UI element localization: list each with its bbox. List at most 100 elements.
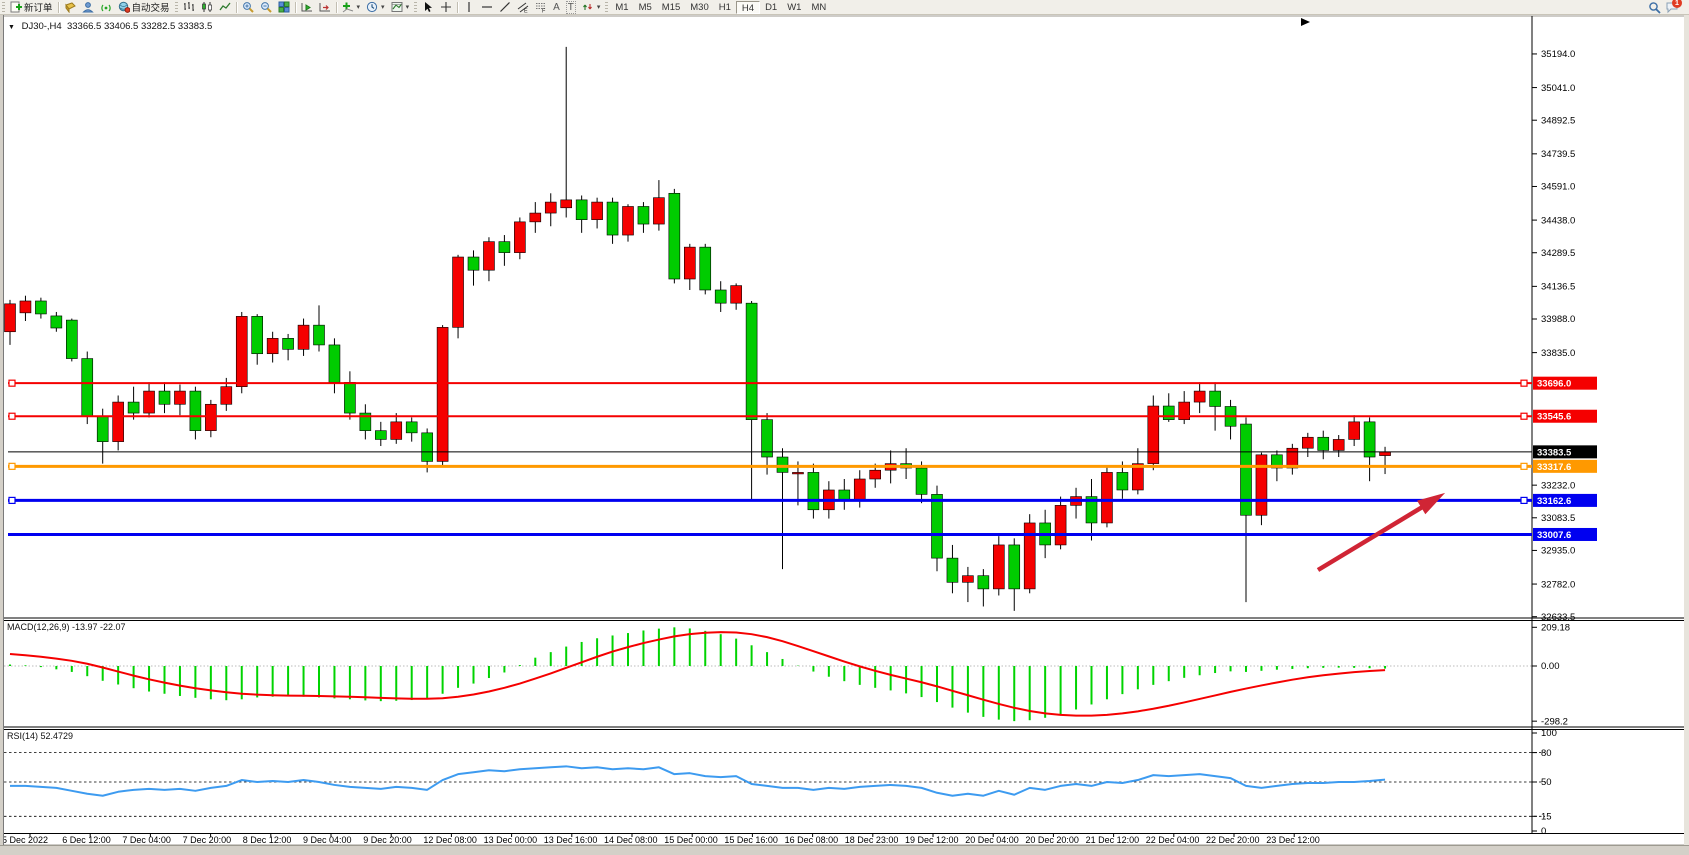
time-axis-label: 20 Dec 04:00 — [965, 835, 1019, 845]
arrows-icon — [582, 1, 594, 13]
macd-axis-label: 209.18 — [1541, 623, 1570, 634]
candle-bullish — [1148, 406, 1159, 464]
candle-bearish — [1210, 391, 1221, 406]
bar-chart-mode-button[interactable] — [180, 0, 198, 14]
timeframe-H1[interactable]: H1 — [714, 1, 736, 14]
price-tick-label: 32633.5 — [1541, 612, 1575, 623]
line-chart-icon — [219, 1, 231, 13]
timeframe-W1[interactable]: W1 — [782, 1, 806, 14]
timeframe-MN[interactable]: MN — [806, 1, 831, 14]
chart-title-dropdown-icon[interactable]: ▼ — [8, 24, 15, 31]
auto-scroll-button[interactable] — [298, 0, 316, 14]
candle-bullish — [653, 198, 664, 224]
line-handle — [9, 380, 15, 386]
signal-button[interactable] — [97, 0, 115, 14]
timeframe-M15[interactable]: M15 — [657, 1, 685, 14]
market-watch-button[interactable] — [61, 0, 79, 14]
timeframe-M1[interactable]: M1 — [610, 1, 633, 14]
price-label-text: 33162.6 — [1537, 496, 1571, 507]
window-left-edge — [0, 15, 4, 845]
candle-bullish — [144, 391, 155, 413]
templates-caret: ▾ — [406, 3, 410, 11]
chart-window: ▼ DJ30-,H4 33366.5 33406.5 33282.5 33383… — [0, 15, 1689, 845]
candle-chart-mode-button[interactable] — [198, 0, 216, 14]
indicators-button[interactable]: ▾ — [339, 0, 364, 14]
time-axis-label: 18 Dec 23:00 — [845, 835, 899, 845]
trendline-tool-button[interactable] — [496, 0, 514, 14]
search-button[interactable] — [1645, 0, 1663, 14]
zoom-in-button[interactable] — [239, 0, 257, 14]
candle-bullish — [623, 206, 634, 235]
timeframe-D1[interactable]: D1 — [760, 1, 782, 14]
toolbar-grip[interactable] — [2, 2, 5, 13]
candle-bullish — [870, 470, 881, 479]
chart-shift-button[interactable] — [316, 0, 334, 14]
chat-bubble-icon: 1 — [1666, 1, 1678, 13]
candle-bearish — [638, 206, 649, 224]
candle-bullish — [236, 316, 247, 386]
fibonacci-tool-button[interactable]: F — [532, 0, 550, 14]
price-tick-label: 32935.0 — [1541, 546, 1575, 557]
candle-bearish — [978, 576, 989, 589]
channel-tool-button[interactable]: E — [514, 0, 532, 14]
candle-bearish — [607, 202, 618, 235]
candle-bearish — [82, 359, 93, 417]
templates-button[interactable]: ▾ — [388, 0, 413, 14]
bar-chart-icon — [183, 1, 195, 13]
text-label-tool-button[interactable]: T — [563, 0, 579, 14]
line-handle — [9, 463, 15, 469]
candle-bearish — [51, 316, 62, 328]
candle-bearish — [422, 433, 433, 462]
candle-bearish — [283, 338, 294, 349]
candle-bullish — [731, 286, 742, 304]
price-chart[interactable]: 35194.035041.034892.534739.534591.034438… — [0, 15, 1689, 845]
timeframe-M5[interactable]: M5 — [634, 1, 657, 14]
chart-title[interactable]: ▼ DJ30-,H4 33366.5 33406.5 33282.5 33383… — [8, 21, 212, 32]
price-tick-label: 33232.0 — [1541, 480, 1575, 491]
autotrade-label: 自动交易 — [132, 0, 170, 14]
cursor-tool-button[interactable] — [419, 0, 437, 14]
crosshair-tool-button[interactable] — [437, 0, 455, 14]
timeframe-H4[interactable]: H4 — [736, 1, 760, 14]
tile-windows-button[interactable] — [275, 0, 293, 14]
candle-bearish — [329, 345, 340, 382]
equidistant-channel-icon: E — [517, 1, 529, 13]
candle-bearish — [576, 200, 587, 220]
zoom-in-icon — [242, 1, 254, 13]
price-label-text: 33383.5 — [1537, 447, 1572, 458]
candle-bullish — [453, 257, 464, 327]
autotrade-button[interactable]: 自动交易 — [115, 0, 173, 14]
hline-tool-button[interactable] — [478, 0, 496, 14]
candle-bullish — [962, 576, 973, 583]
auto-scroll-icon — [301, 1, 313, 13]
price-tick-label: 33988.0 — [1541, 314, 1575, 325]
candle-bearish — [252, 316, 263, 353]
candle-bearish — [808, 472, 819, 509]
price-label-text: 33317.6 — [1537, 462, 1571, 473]
candle-bullish — [592, 202, 603, 220]
candle-bullish — [1256, 455, 1267, 515]
data-window-button[interactable] — [79, 0, 97, 14]
price-tick-label: 34892.5 — [1541, 115, 1575, 126]
vline-tool-button[interactable] — [460, 0, 478, 14]
window-right-edge — [1684, 15, 1689, 845]
arrows-tool-button[interactable]: ▾ — [579, 0, 604, 14]
line-handle — [1521, 380, 1527, 386]
new-order-button[interactable]: 新订单 — [7, 0, 56, 14]
line-chart-mode-button[interactable] — [216, 0, 234, 14]
rsi-indicator-label: RSI(14) 52.4729 — [7, 731, 73, 741]
text-tool-button[interactable]: A — [550, 0, 563, 14]
candle-bearish — [499, 242, 510, 253]
zoom-out-button[interactable] — [257, 0, 275, 14]
time-axis-label: 9 Dec 20:00 — [363, 835, 412, 845]
candle-bullish — [684, 247, 695, 279]
timeframe-M30[interactable]: M30 — [685, 1, 713, 14]
add-indicator-icon — [342, 1, 354, 13]
candlestick-chart-icon — [201, 1, 213, 13]
macd-axis-label: 0.00 — [1541, 661, 1560, 672]
candle-bearish — [700, 247, 711, 290]
periods-button[interactable]: ▾ — [363, 0, 388, 14]
candle-bullish — [483, 242, 494, 271]
notifications-button[interactable]: 1 — [1663, 0, 1681, 14]
rsi-axis-label: 80 — [1541, 748, 1552, 759]
